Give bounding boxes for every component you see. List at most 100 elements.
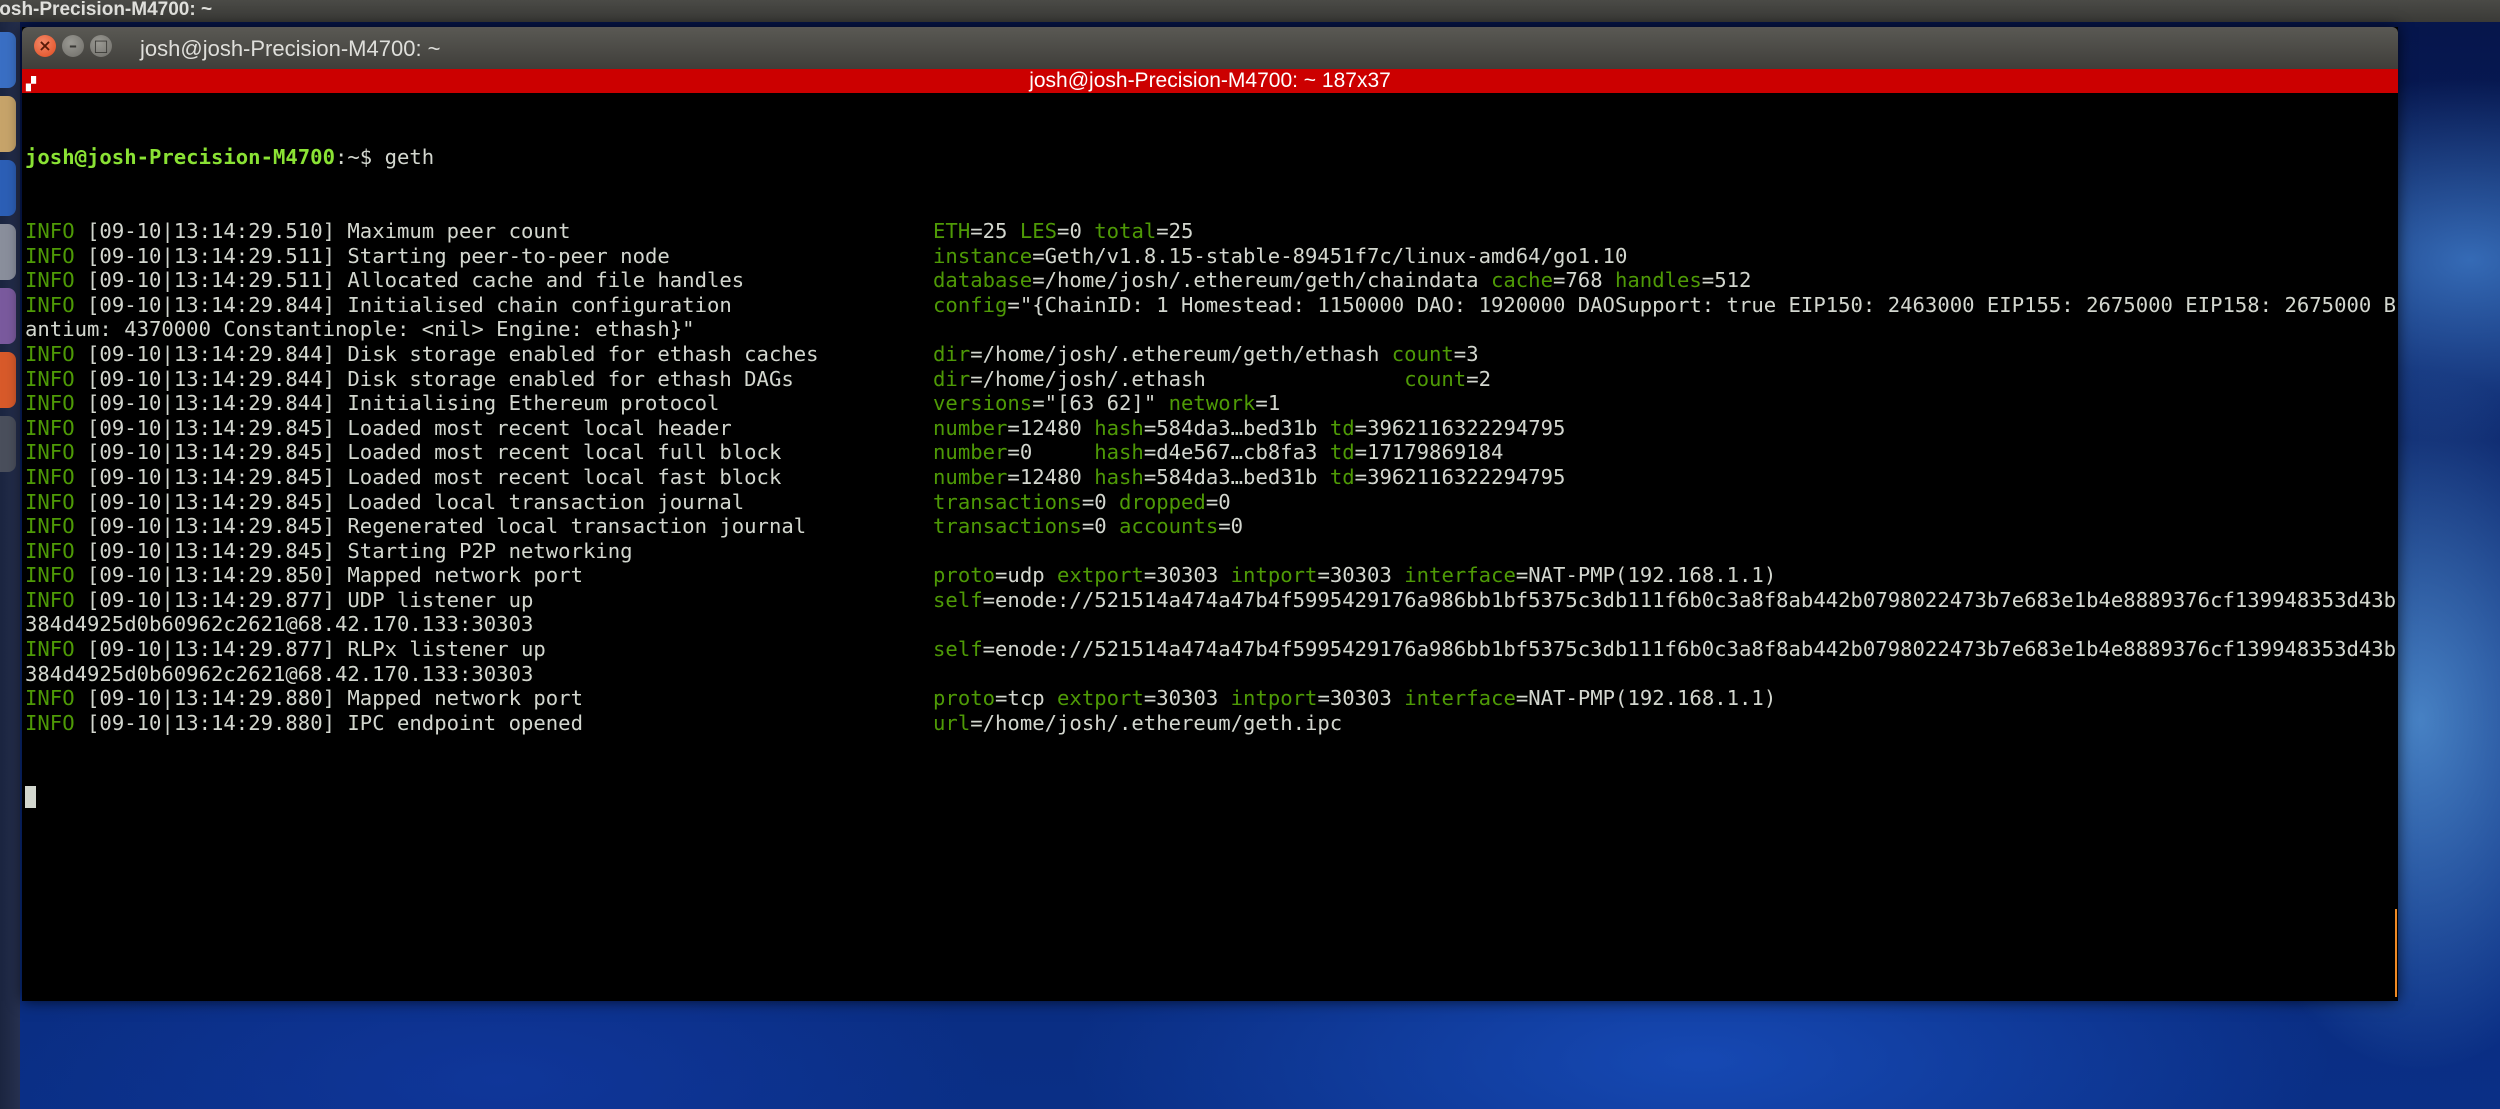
log-value: /home/josh/.ethereum/geth/chaindata [1044,268,1491,293]
log-timestamp: [09-10|13:14:29.850] [87,563,335,588]
launcher-item-icon[interactable] [0,288,16,344]
log-key: number [933,415,1008,440]
log-line: INFO [09-10|13:14:29.844] Initialised ch… [25,293,2395,318]
log-timestamp: [09-10|13:14:29.511] [87,268,335,293]
log-level: INFO [25,341,75,366]
log-timestamp: [09-10|13:14:29.845] [87,489,335,514]
text-cursor [25,785,36,808]
log-timestamp: [09-10|13:14:29.844] [87,292,335,317]
log-key: cache [1490,268,1553,293]
log-line: INFO [09-10|13:14:29.845] Starting P2P n… [25,539,2395,564]
launcher-item-icon[interactable] [0,96,16,152]
log-key: proto [933,686,996,711]
log-key: interface [1404,686,1516,711]
log-level: INFO [25,440,75,465]
log-line-continuation: antium: 4370000 Constantinople: <nil> En… [25,317,695,342]
log-message: Loaded most recent local full block [347,440,782,465]
cursor-line [25,785,2395,810]
log-level: INFO [25,538,75,563]
log-message: Initialised chain configuration [347,292,732,317]
terminal-output[interactable]: josh@josh-Precision-M4700:~$ geth INFO [… [25,96,2395,996]
log-message: Disk storage enabled for ethash DAGs [347,366,794,391]
log-message: UDP listener up [347,587,534,612]
log-timestamp: [09-10|13:14:29.877] [87,587,335,612]
log-value: 0 [1230,514,1244,539]
log-key: network [1168,391,1256,416]
log-line: INFO [09-10|13:14:29.844] Disk storage e… [25,341,1479,366]
log-message: RLPx listener up [347,637,546,662]
log-value: tcp [1007,686,1058,711]
log-key: self [933,637,983,662]
maximize-icon[interactable]: □ [90,35,112,57]
log-value: 25 [982,218,1020,243]
log-line: INFO [09-10|13:14:29.880] Mapped network… [25,686,1777,711]
launcher-item-icon[interactable] [0,352,16,408]
log-value: 0 [1069,218,1095,243]
log-key: td [1329,415,1355,440]
log-value: 768 [1565,268,1615,293]
log-key: transactions [933,514,1082,539]
log-level: INFO [25,710,75,735]
log-line: INFO [09-10|13:14:29.877] RLPx listener … [25,637,2395,662]
log-line: INFO [09-10|13:14:29.850] Mapped network… [25,563,1777,588]
log-key: ETH [933,218,971,243]
terminal-corner-icon: ▞ [26,76,36,91]
log-key: versions [933,391,1033,416]
log-message: Loaded most recent local fast block [347,464,782,489]
log-key: extport [1057,563,1144,588]
log-key: count [1404,366,1467,391]
terminal-title: josh@josh-Precision-M4700: ~ 187x37 [1029,69,1391,92]
log-value: enode://521514a474a47b4f5995429176a986bb… [995,637,2395,662]
log-timestamp: [09-10|13:14:29.845] [87,514,335,539]
log-value: 1 [1267,391,1281,416]
log-timestamp: [09-10|13:14:29.877] [87,637,335,662]
log-message: Allocated cache and file handles [347,268,745,293]
launcher-item-icon[interactable] [0,160,16,216]
log-value: 30303 [1329,686,1405,711]
log-key: LES [1019,218,1058,243]
log-timestamp: [09-10|13:14:29.510] [87,218,335,243]
minimize-icon[interactable]: – [62,35,84,57]
log-level: INFO [25,292,75,317]
log-message: Initialising Ethereum protocol [347,391,720,416]
log-line: INFO [09-10|13:14:29.845] Regenerated lo… [25,514,1244,539]
close-icon[interactable]: × [34,35,56,57]
log-value: 512 [1714,268,1752,293]
log-timestamp: [09-10|13:14:29.845] [87,415,335,440]
log-message: IPC endpoint opened [347,710,583,735]
log-timestamp: [09-10|13:14:29.880] [87,710,335,735]
log-value: 0 [1094,489,1120,514]
log-value: 3962116322294795 [1367,415,1566,440]
log-value: /home/josh/.ethash [982,366,1405,391]
log-message: Starting P2P networking [347,538,633,563]
log-message: Mapped network port [347,686,583,711]
log-key: self [933,587,983,612]
log-level: INFO [25,464,75,489]
log-message: Disk storage enabled for ethash caches [347,341,819,366]
launcher-item-icon[interactable] [0,416,16,472]
log-level: INFO [25,686,75,711]
launcher-item-icon[interactable] [0,32,16,88]
terminal-window[interactable]: × – □ josh@josh-Precision-M4700: ~ ▞ jos… [22,27,2398,1001]
log-level: INFO [25,587,75,612]
log-line: INFO [09-10|13:14:29.511] Starting peer-… [25,243,1628,268]
log-key: proto [933,563,996,588]
log-value: enode://521514a474a47b4f5995429176a986bb… [995,587,2395,612]
log-message: Mapped network port [347,563,583,588]
log-key: accounts [1119,514,1219,539]
log-value: 3962116322294795 [1367,464,1566,489]
log-level: INFO [25,243,75,268]
log-key: intport [1230,686,1318,711]
log-value: Geth/v1.8.15-stable-89451f7c/linux-amd64… [1044,243,1628,268]
window-titlebar[interactable]: × – □ josh@josh-Precision-M4700: ~ [22,27,2398,69]
scrollbar[interactable] [2395,909,2397,997]
log-value: 0 [1094,514,1120,539]
log-value: 12480 [1019,415,1095,440]
log-value: NAT-PMP(192.168.1.1) [1528,563,1777,588]
launcher-item-icon[interactable] [0,224,16,280]
log-key: dir [933,366,971,391]
log-line: INFO [09-10|13:14:29.511] Allocated cach… [25,268,1752,293]
log-line: INFO [09-10|13:14:29.844] Disk storage e… [25,366,1491,391]
log-level: INFO [25,563,75,588]
prompt-command: geth [384,145,435,170]
